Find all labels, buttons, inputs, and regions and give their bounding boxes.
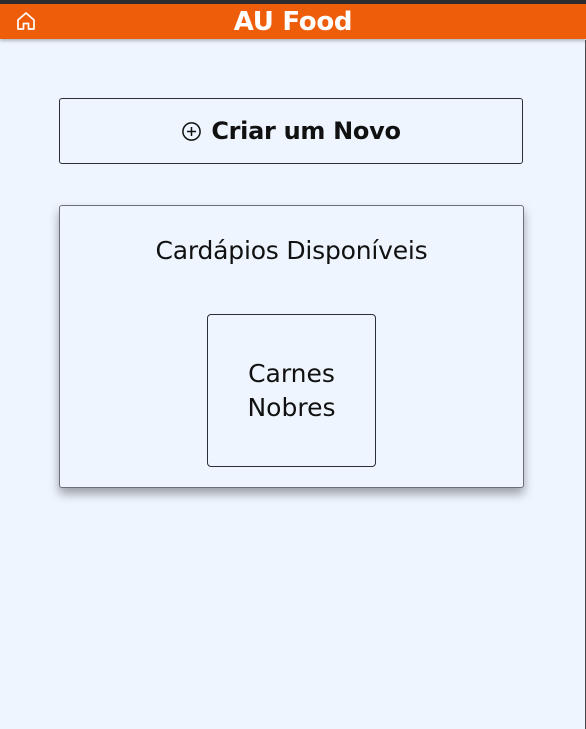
app-header: AU Food <box>0 4 586 39</box>
menu-card-label: Carnes Nobres <box>247 358 336 422</box>
available-menus-panel: Cardápios Disponíveis Carnes Nobres <box>59 205 524 488</box>
app-title: AU Food <box>233 7 353 37</box>
create-new-label: Criar um Novo <box>211 117 401 145</box>
create-new-button[interactable]: Criar um Novo <box>59 98 523 164</box>
plus-circle-icon <box>181 121 202 142</box>
available-menus-title: Cardápios Disponíveis <box>155 236 428 265</box>
menu-card-carnes-nobres[interactable]: Carnes Nobres <box>207 314 376 467</box>
